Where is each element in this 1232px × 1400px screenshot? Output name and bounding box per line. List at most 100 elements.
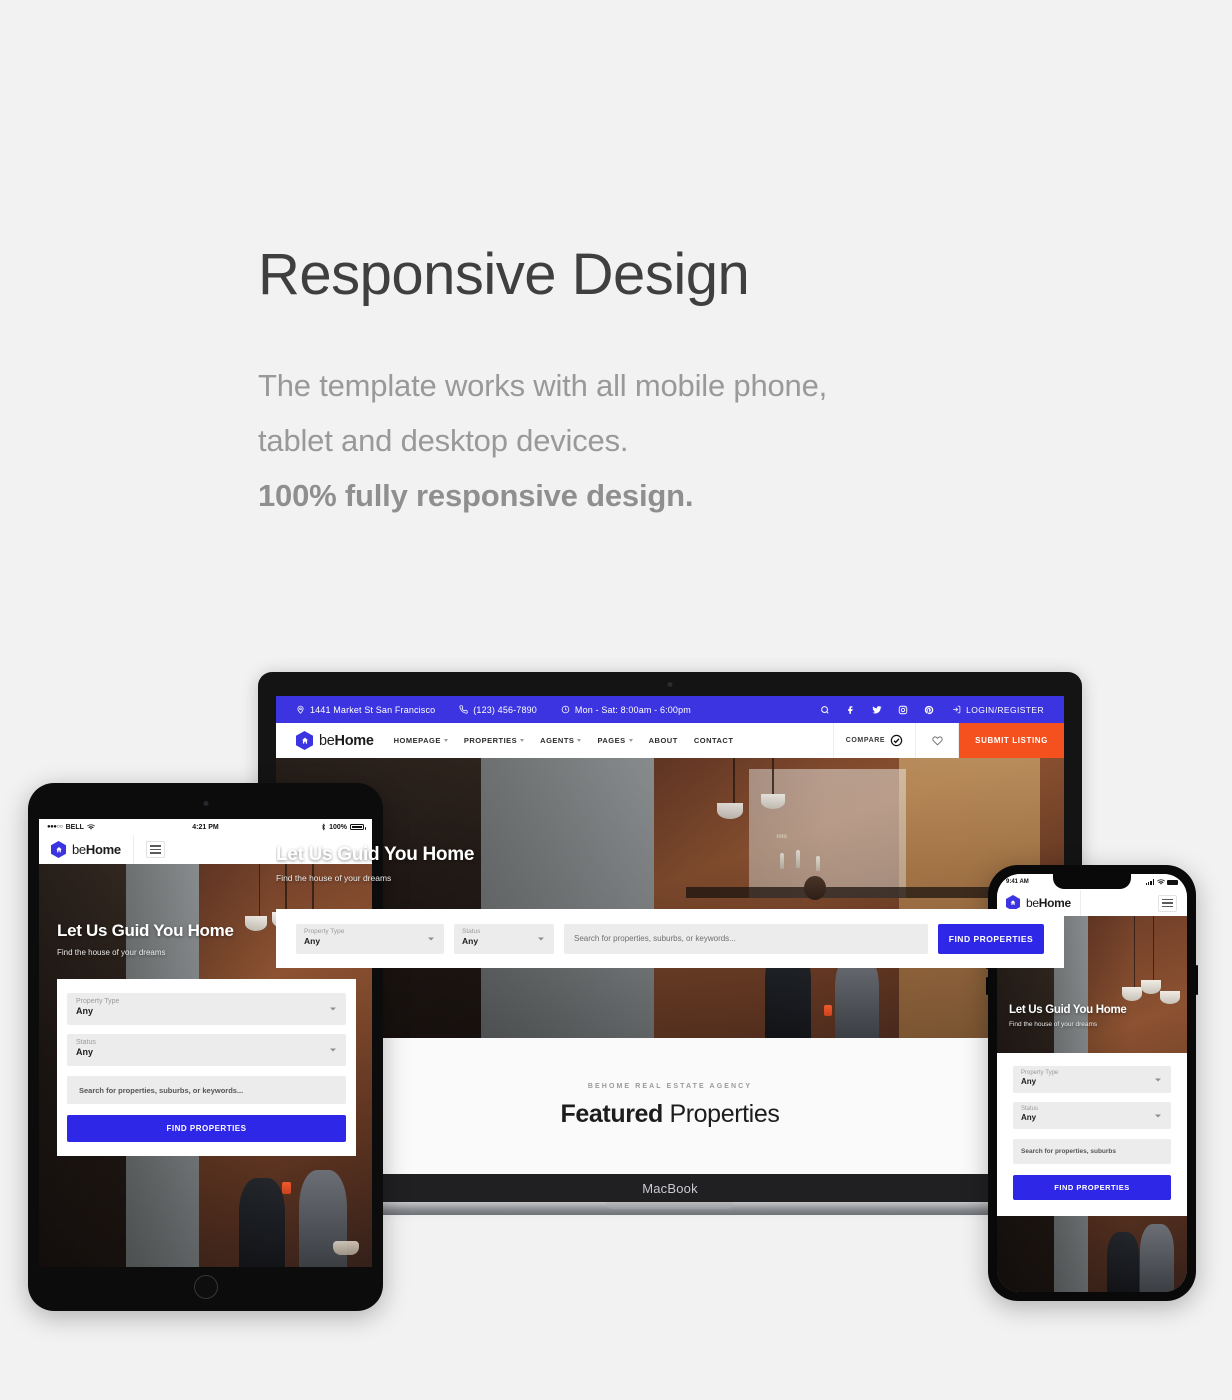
phone-search-keyword-input[interactable]: Search for properties, suburbs: [1013, 1139, 1171, 1164]
page-description: The template works with all mobile phone…: [258, 358, 1138, 524]
nav-item-contact[interactable]: CONTACT: [694, 736, 734, 745]
tablet-search-keyword-input[interactable]: Search for properties, suburbs, or keywo…: [67, 1076, 346, 1104]
chevron-down-icon: [628, 739, 633, 742]
wifi-icon: [86, 824, 95, 830]
topbar-right-group: LOGIN/REGISTER: [812, 696, 1044, 723]
compare-button[interactable]: COMPARE: [832, 723, 915, 758]
login-register-label: LOGIN/REGISTER: [966, 704, 1044, 715]
tablet-camera-icon: [203, 801, 208, 806]
topbar-address: 1441 Market St San Francisco: [296, 705, 435, 715]
phone-status-select[interactable]: Status Any: [1013, 1102, 1171, 1129]
topbar-phone[interactable]: (123) 456-7890: [459, 705, 537, 715]
map-pin-icon: [297, 705, 304, 714]
submit-listing-button[interactable]: SUBMIT LISTING: [959, 723, 1064, 758]
chevron-down-icon: [520, 739, 525, 742]
topbar-address-text: 1441 Market St San Francisco: [310, 704, 436, 715]
tablet-status-select[interactable]: Status Any: [67, 1034, 346, 1066]
phone-hero-section: Let Us Guid You Home Find the house of y…: [997, 916, 1187, 1292]
tablet-brand-logo[interactable]: beHome: [39, 835, 134, 864]
laptop-base-notch: [606, 1202, 734, 1209]
phone-property-search-panel: Property Type Any Status Any Search for …: [997, 1053, 1187, 1216]
phone-brand-name: beHome: [1026, 896, 1071, 910]
pinterest-icon[interactable]: [916, 696, 942, 723]
compare-label: COMPARE: [845, 737, 886, 744]
facebook-icon[interactable]: [838, 696, 864, 723]
wishlist-button[interactable]: [915, 723, 960, 758]
hero-copy: Let Us Guid You Home Find the house of y…: [276, 844, 474, 883]
description-line-3: 100% fully responsive design.: [258, 478, 694, 514]
property-type-select[interactable]: Property Type Any: [296, 923, 444, 954]
phone-power-button[interactable]: [1196, 965, 1198, 995]
property-search-panel: Property Type Any Status Any Search for …: [276, 909, 1064, 968]
battery-icon: [1167, 879, 1178, 885]
tablet-property-type-value: Any: [76, 1006, 94, 1016]
property-type-label: Property Type: [304, 927, 345, 935]
site-topbar: 1441 Market St San Francisco (123) 456-7…: [276, 696, 1064, 723]
laptop-brand-label: MacBook: [642, 1180, 698, 1196]
featured-kicker: BEHOME REAL ESTATE AGENCY: [587, 1083, 753, 1090]
tablet-property-type-label: Property Type: [76, 998, 120, 1005]
phone-status-value: Any: [1021, 1113, 1037, 1122]
bluetooth-icon: [322, 823, 326, 831]
nav-item-pages[interactable]: PAGES: [597, 736, 633, 745]
phone-clock: 9:41 AM: [1006, 879, 1029, 885]
hexagon-home-pin-icon: [296, 731, 313, 750]
status-value: Any: [462, 935, 479, 946]
tablet-clock: 4:21 PM: [192, 823, 219, 831]
chevron-down-icon: [538, 937, 544, 940]
topbar-hours-text: Mon - Sat: 8:00am - 6:00pm: [574, 704, 691, 715]
hamburger-menu-icon[interactable]: [1158, 894, 1177, 912]
nav-item-about[interactable]: ABOUT: [649, 736, 678, 745]
tablet-brand-name: beHome: [72, 842, 121, 857]
phone-notch: [1053, 874, 1131, 889]
clock-icon: [561, 705, 570, 714]
brand-logo[interactable]: beHome: [276, 723, 394, 758]
nav-item-homepage[interactable]: HOMEPAGE: [394, 736, 448, 745]
tablet-hero-title: Let Us Guid You Home: [57, 921, 234, 940]
tablet-hero-copy: Let Us Guid You Home Find the house of y…: [57, 921, 234, 957]
tablet-carrier-group: ●●●○○ BELL: [47, 824, 95, 831]
tablet-battery-percent: 100%: [329, 823, 347, 831]
tablet-property-type-select[interactable]: Property Type Any: [67, 993, 346, 1025]
phone-hero-copy: Let Us Guid You Home Find the house of y…: [1009, 1004, 1127, 1028]
tablet-hero-subtitle: Find the house of your dreams: [57, 948, 166, 957]
cell-signal-icon: [1145, 879, 1154, 885]
chevron-down-icon: [1155, 1114, 1161, 1117]
phone-icon: [459, 705, 468, 714]
battery-icon: [350, 824, 366, 830]
signal-dots-icon: ●●●○○: [47, 824, 63, 830]
phone-status-label: Status: [1021, 1106, 1039, 1112]
tablet-carrier-label: BELL: [65, 823, 84, 831]
find-properties-button[interactable]: FIND PROPERTIES: [938, 923, 1044, 954]
nav-right-group: COMPARE SUBMIT LISTING: [832, 723, 1064, 758]
phone-property-type-label: Property Type: [1021, 1070, 1059, 1076]
twitter-icon[interactable]: [864, 696, 890, 723]
tablet-home-button[interactable]: [193, 1275, 218, 1299]
chevron-down-icon: [428, 937, 434, 940]
instagram-icon[interactable]: [890, 696, 916, 723]
nav-item-agents[interactable]: AGENTS: [540, 736, 582, 745]
hero-section: nilo Let Us Guid You Home Find the house…: [276, 758, 1064, 1038]
tablet-status-bar: ●●●○○ BELL 4:21 PM 100%: [39, 819, 372, 835]
tablet-find-properties-button[interactable]: FIND PROPERTIES: [67, 1115, 346, 1142]
intro-text-block: Responsive Design The template works wit…: [258, 242, 1138, 524]
login-register-button[interactable]: LOGIN/REGISTER: [942, 705, 1044, 715]
status-select[interactable]: Status Any: [454, 923, 554, 954]
hamburger-menu-icon[interactable]: [145, 841, 165, 858]
nav-item-properties[interactable]: PROPERTIES: [464, 736, 525, 745]
search-icon[interactable]: [812, 696, 838, 723]
featured-properties-section: BEHOME REAL ESTATE AGENCY Featured Prope…: [276, 1038, 1064, 1174]
property-type-value: Any: [304, 935, 321, 946]
hero-subtitle: Find the house of your dreams: [276, 873, 392, 883]
laptop-webcam-icon: [667, 682, 673, 687]
phone-property-type-select[interactable]: Property Type Any: [1013, 1066, 1171, 1093]
tablet-screen: ●●●○○ BELL 4:21 PM 100% beHome Let Us Gu…: [39, 819, 372, 1267]
phone-find-properties-button[interactable]: FIND PROPERTIES: [1013, 1175, 1171, 1200]
search-keyword-input[interactable]: Search for properties, suburbs, or keywo…: [564, 923, 928, 954]
phone-hero-title: Let Us Guid You Home: [1009, 1004, 1127, 1016]
description-line-2: tablet and desktop devices.: [258, 423, 629, 459]
chevron-down-icon: [330, 1048, 336, 1052]
topbar-hours: Mon - Sat: 8:00am - 6:00pm: [561, 705, 691, 715]
page-title: Responsive Design: [258, 242, 750, 307]
check-circle-icon: [890, 734, 903, 747]
